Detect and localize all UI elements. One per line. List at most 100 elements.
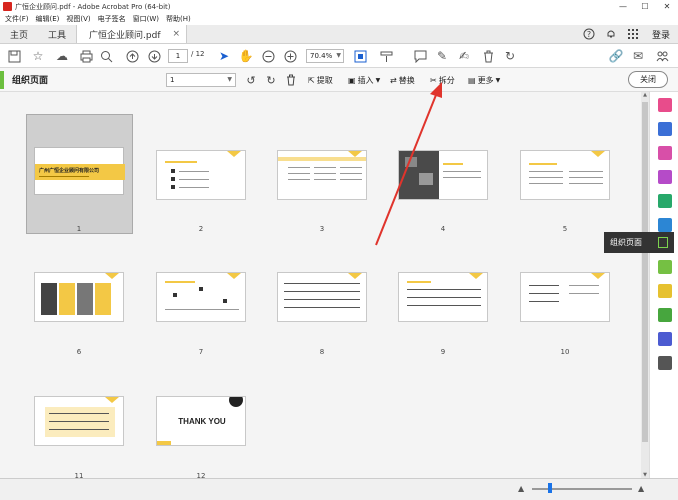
save-icon[interactable] bbox=[6, 48, 22, 64]
upload-cloud-icon[interactable]: ☁ bbox=[54, 48, 70, 64]
right-tools-panel bbox=[649, 92, 678, 478]
fill-sign-icon[interactable] bbox=[658, 170, 672, 184]
zoom-out-icon[interactable] bbox=[260, 48, 276, 64]
tab-row: 主页 工具 广恒企业顾问.pdf × ? 登录 bbox=[0, 25, 678, 44]
rotate-left-icon[interactable]: ↺ bbox=[244, 73, 258, 87]
tab-close-icon[interactable]: × bbox=[173, 29, 181, 39]
menu-help[interactable]: 帮助(H) bbox=[166, 14, 191, 24]
menu-file[interactable]: 文件(F) bbox=[5, 14, 29, 24]
rotate-right-icon[interactable]: ↻ bbox=[264, 73, 278, 87]
page-number: 10 bbox=[560, 348, 570, 356]
scrollbar-thumb[interactable] bbox=[642, 102, 648, 442]
page-8-thumbnail[interactable] bbox=[277, 272, 367, 322]
print-production-icon[interactable] bbox=[658, 308, 672, 322]
page-9-thumbnail[interactable] bbox=[398, 272, 488, 322]
more-icon: ▤ bbox=[468, 75, 476, 85]
menu-edit[interactable]: 编辑(E) bbox=[36, 14, 60, 24]
more-button[interactable]: ▤ 更多 ▼ bbox=[468, 73, 500, 87]
share-link-icon[interactable]: 🔗 bbox=[608, 48, 624, 64]
svg-text:?: ? bbox=[587, 30, 591, 39]
highlight-pen-icon[interactable]: ✎ bbox=[434, 48, 450, 64]
zoom-in-icon[interactable] bbox=[282, 48, 298, 64]
sign-icon[interactable]: ✍ bbox=[456, 48, 472, 64]
page-number: 7 bbox=[198, 348, 204, 356]
page-2-thumbnail[interactable] bbox=[156, 150, 246, 200]
extract-button[interactable]: ⇱ 提取 bbox=[308, 73, 333, 87]
organize-pages-icon bbox=[658, 237, 668, 248]
scroll-up-icon[interactable]: ▲ bbox=[641, 92, 649, 98]
page-number: 8 bbox=[319, 348, 325, 356]
page-number: 3 bbox=[319, 225, 325, 233]
zoom-level-value: 70.4% bbox=[310, 52, 333, 60]
page-3-thumbnail[interactable] bbox=[277, 150, 367, 200]
bell-icon[interactable] bbox=[600, 25, 622, 43]
organize-pages-toolbar: 组织页面 1 ▼ ↺ ↻ ⇱ 提取 ▣ 插入 ▼ ⇄ 替换 ✂ 拆分 ▤ 更多 … bbox=[0, 68, 678, 92]
thumbnail-size-slider[interactable] bbox=[532, 488, 632, 490]
login-button[interactable]: 登录 bbox=[644, 25, 678, 43]
page-range-select[interactable]: 1 ▼ bbox=[166, 73, 236, 87]
bookmark-star-icon[interactable]: ☆ bbox=[30, 48, 46, 64]
collaborate-icon[interactable] bbox=[654, 48, 670, 64]
combine-files-icon[interactable] bbox=[658, 122, 672, 136]
search-icon[interactable] bbox=[98, 48, 114, 64]
maximize-button[interactable]: ☐ bbox=[634, 2, 656, 11]
export-pdf-icon[interactable] bbox=[658, 194, 672, 208]
delete-icon[interactable] bbox=[480, 48, 496, 64]
status-bar: ▲ ▲ bbox=[0, 478, 678, 500]
vertical-scrollbar[interactable]: ▲ ▼ bbox=[641, 92, 649, 478]
protect-icon[interactable] bbox=[658, 332, 672, 346]
page-11-thumbnail[interactable] bbox=[34, 396, 124, 446]
insert-icon: ▣ bbox=[348, 75, 356, 85]
page-12-thumbnail[interactable]: THANK YOU bbox=[156, 396, 246, 446]
menu-window[interactable]: 窗口(W) bbox=[133, 14, 159, 24]
create-pdf-icon[interactable] bbox=[658, 98, 672, 112]
page-7-thumbnail[interactable] bbox=[156, 272, 246, 322]
hand-tool-icon[interactable]: ✋ bbox=[238, 48, 254, 64]
slider-knob[interactable] bbox=[548, 483, 552, 493]
help-icon[interactable]: ? bbox=[578, 25, 600, 43]
fit-page-icon[interactable] bbox=[352, 48, 368, 64]
chevron-down-icon: ▼ bbox=[336, 52, 341, 59]
more-tools-icon[interactable] bbox=[658, 356, 672, 370]
rotate-icon[interactable]: ↻ bbox=[502, 48, 518, 64]
page-6-thumbnail[interactable] bbox=[34, 272, 124, 322]
slide-1-title: 广州广恒企业顾问有限公司 bbox=[39, 168, 100, 174]
page-5-thumbnail[interactable] bbox=[520, 150, 610, 200]
prev-page-icon[interactable] bbox=[124, 48, 140, 64]
delete-page-icon[interactable] bbox=[284, 73, 298, 87]
edit-pdf-icon[interactable] bbox=[658, 146, 672, 160]
zoom-small-icon[interactable]: ▲ bbox=[518, 484, 524, 493]
page-number: 6 bbox=[76, 348, 82, 356]
tab-tools[interactable]: 工具 bbox=[38, 25, 76, 43]
apps-grid-icon[interactable] bbox=[622, 25, 644, 43]
comment-icon[interactable] bbox=[412, 48, 428, 64]
tab-document[interactable]: 广恒企业顾问.pdf × bbox=[76, 25, 188, 43]
page-thumbnails-area[interactable]: 广州广恒企业顾问有限公司 1 2 3 4 5 6 7 8 9 10 11 THA… bbox=[0, 92, 641, 480]
minimize-button[interactable]: — bbox=[612, 2, 634, 11]
print-icon[interactable] bbox=[78, 48, 94, 64]
close-organize-button[interactable]: 关闭 bbox=[628, 71, 668, 88]
page-10-thumbnail[interactable] bbox=[520, 272, 610, 322]
tab-home[interactable]: 主页 bbox=[0, 25, 38, 43]
zoom-level-select[interactable]: 70.4% ▼ bbox=[306, 49, 344, 63]
email-icon[interactable]: ✉ bbox=[630, 48, 646, 64]
chevron-down-icon: ▼ bbox=[495, 76, 501, 84]
page-range-value: 1 bbox=[170, 76, 175, 84]
menu-esign[interactable]: 电子签名 bbox=[98, 14, 126, 24]
next-page-icon[interactable] bbox=[146, 48, 162, 64]
close-window-button[interactable]: ✕ bbox=[656, 2, 678, 11]
page-thumbnail-selected[interactable]: 广州广恒企业顾问有限公司 bbox=[26, 114, 133, 234]
menu-view[interactable]: 视图(V) bbox=[66, 14, 90, 24]
page-number-input[interactable]: 1 bbox=[168, 49, 188, 63]
scroll-mode-icon[interactable] bbox=[378, 48, 394, 64]
zoom-large-icon[interactable]: ▲ bbox=[638, 484, 644, 493]
tooltip-label: 组织页面 bbox=[610, 238, 642, 247]
organize-pages-tooltip: 组织页面 bbox=[604, 232, 674, 253]
select-cursor-icon[interactable]: ➤ bbox=[216, 48, 232, 64]
comment-tool-icon[interactable] bbox=[658, 284, 672, 298]
send-comments-icon[interactable] bbox=[658, 218, 672, 232]
slide-12-text: THANK YOU bbox=[178, 417, 226, 426]
extract-icon: ⇱ bbox=[308, 75, 315, 85]
page-total: / 12 bbox=[191, 50, 205, 58]
organize-pages-icon[interactable] bbox=[658, 260, 672, 274]
